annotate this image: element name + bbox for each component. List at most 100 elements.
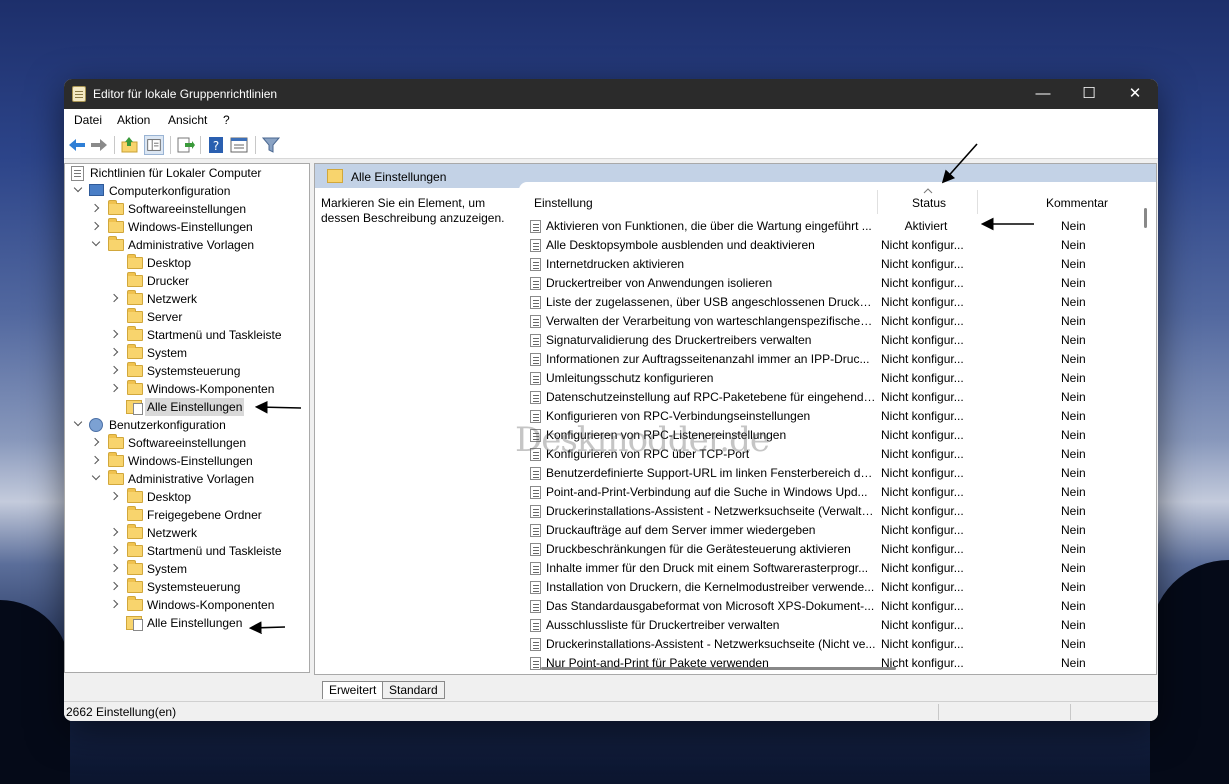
setting-status: Nicht konfigur...: [881, 599, 964, 613]
setting-row[interactable]: Verwalten der Verarbeitung von warteschl…: [519, 312, 1139, 331]
setting-row[interactable]: Internetdrucken aktivieren Nicht konfigur…: [519, 255, 1139, 274]
collapse-chevron-icon[interactable]: [90, 437, 100, 447]
filter-icon[interactable]: [261, 135, 281, 155]
menu-view[interactable]: Ansicht: [168, 113, 207, 127]
tree-label: Startmenü und Taskleiste: [147, 328, 282, 342]
setting-name: Druckerinstallations-Assistent - Netzwer…: [546, 637, 876, 651]
tree-item-c-systemsteuerung[interactable]: Systemsteuerung: [65, 362, 309, 380]
setting-row[interactable]: Signaturvalidierung des Druckertreibers …: [519, 331, 1139, 350]
setting-row[interactable]: Druckertreiber von Anwendungen isolieren…: [519, 274, 1139, 293]
collapse-chevron-icon[interactable]: [109, 491, 119, 501]
setting-row[interactable]: Installation von Druckern, die Kernelmod…: [519, 578, 1139, 597]
tree-item-u-systemsteuerung[interactable]: Systemsteuerung: [65, 578, 309, 596]
back-arrow-icon[interactable]: [67, 135, 87, 155]
column-header-status[interactable]: Status: [912, 192, 946, 214]
tab-extended[interactable]: Erweitert: [322, 681, 384, 699]
menu-help[interactable]: ?: [223, 113, 230, 127]
tab-standard[interactable]: Standard: [382, 681, 445, 699]
setting-row[interactable]: Ausschlussliste für Druckertreiber verwa…: [519, 616, 1139, 635]
tree-item-c-software[interactable]: Softwareeinstellungen: [65, 200, 309, 218]
vertical-scrollbar-thumb[interactable]: [1144, 208, 1147, 228]
tree-item-u-freigegeben[interactable]: Freigegebene Ordner: [65, 506, 309, 524]
tree-label: Startmenü und Taskleiste: [147, 544, 282, 558]
collapse-chevron-icon[interactable]: [109, 383, 119, 393]
tree-item-u-admin[interactable]: Administrative Vorlagen: [65, 470, 309, 488]
collapse-chevron-icon[interactable]: [90, 203, 100, 213]
setting-row[interactable]: Informationen zur Auftragsseitenanzahl i…: [519, 350, 1139, 369]
setting-row[interactable]: Datenschutzeinstellung auf RPC-Paketeben…: [519, 388, 1139, 407]
tree-item-c-desktop[interactable]: Desktop: [65, 254, 309, 272]
collapse-chevron-icon[interactable]: [109, 563, 119, 573]
close-button[interactable]: ✕: [1112, 79, 1158, 109]
setting-row[interactable]: Alle Desktopsymbole ausblenden und deakt…: [519, 236, 1139, 255]
setting-row[interactable]: Druckerinstallations-Assistent - Netzwer…: [519, 502, 1139, 521]
forward-arrow-icon[interactable]: [89, 135, 109, 155]
tree-item-c-drucker[interactable]: Drucker: [65, 272, 309, 290]
collapse-chevron-icon[interactable]: [109, 599, 119, 609]
show-hide-tree-icon[interactable]: [144, 135, 164, 155]
column-header-setting[interactable]: Einstellung: [534, 192, 593, 214]
menu-action[interactable]: Aktion: [117, 113, 150, 127]
menu-file[interactable]: Datei: [74, 113, 102, 127]
window-title: Editor für lokale Gruppenrichtlinien: [93, 87, 278, 101]
tree-item-c-alle-einstellungen[interactable]: Alle Einstellungen: [65, 398, 309, 416]
expand-chevron-icon[interactable]: [73, 417, 83, 427]
tree-item-u-alle-einstellungen[interactable]: Alle Einstellungen: [65, 614, 309, 632]
policy-setting-icon: [530, 315, 541, 328]
collapse-chevron-icon[interactable]: [109, 581, 119, 591]
setting-row[interactable]: Inhalte immer für den Druck mit einem So…: [519, 559, 1139, 578]
collapse-chevron-icon[interactable]: [109, 329, 119, 339]
setting-row[interactable]: Umleitungsschutz konfigurieren Nicht konf…: [519, 369, 1139, 388]
setting-row[interactable]: Druckaufträge auf dem Server immer wiede…: [519, 521, 1139, 540]
collapse-chevron-icon[interactable]: [109, 365, 119, 375]
tree-item-c-admin[interactable]: Administrative Vorlagen: [65, 236, 309, 254]
setting-row[interactable]: Benutzerdefinierte Support-URL im linken…: [519, 464, 1139, 483]
tree-item-user-config[interactable]: Benutzerkonfiguration: [65, 416, 309, 434]
tree-item-u-system[interactable]: System: [65, 560, 309, 578]
tree-item-computer-config[interactable]: Computerkonfiguration: [65, 182, 309, 200]
collapse-chevron-icon[interactable]: [109, 293, 119, 303]
column-separator[interactable]: [877, 190, 878, 214]
export-list-icon[interactable]: [175, 135, 195, 155]
tree-item-c-windows[interactable]: Windows-Einstellungen: [65, 218, 309, 236]
tree-item-u-desktop[interactable]: Desktop: [65, 488, 309, 506]
collapse-chevron-icon[interactable]: [109, 545, 119, 555]
tree-item-u-windows-komponenten[interactable]: Windows-Komponenten: [65, 596, 309, 614]
tree-item-u-netzwerk[interactable]: Netzwerk: [65, 524, 309, 542]
collapse-chevron-icon[interactable]: [90, 455, 100, 465]
expand-chevron-icon[interactable]: [91, 237, 101, 247]
up-folder-icon[interactable]: [120, 135, 140, 155]
setting-row[interactable]: Druckerinstallations-Assistent - Netzwer…: [519, 635, 1139, 654]
setting-row[interactable]: Nur Point-and-Print für Pakete verwenden…: [519, 654, 1139, 673]
status-bar: 2662 Einstellung(en): [64, 701, 1158, 721]
collapse-chevron-icon[interactable]: [90, 221, 100, 231]
tree-item-root[interactable]: Richtlinien für Lokaler Computer: [65, 164, 309, 182]
collapse-chevron-icon[interactable]: [109, 527, 119, 537]
help-icon[interactable]: ?: [206, 135, 226, 155]
minimize-button[interactable]: —: [1020, 79, 1066, 109]
tree-item-c-windows-komponenten[interactable]: Windows-Komponenten: [65, 380, 309, 398]
column-separator[interactable]: [977, 190, 978, 214]
setting-row[interactable]: Das Standardausgabeformat von Microsoft …: [519, 597, 1139, 616]
tree-item-c-startmenu[interactable]: Startmenü und Taskleiste: [65, 326, 309, 344]
setting-row[interactable]: Aktivieren von Funktionen, die über die …: [519, 217, 1139, 236]
tree-item-u-software[interactable]: Softwareeinstellungen: [65, 434, 309, 452]
maximize-button[interactable]: ☐: [1066, 79, 1112, 109]
properties-icon[interactable]: [229, 135, 249, 155]
title-bar[interactable]: Editor für lokale Gruppenrichtlinien — ☐…: [64, 79, 1158, 109]
expand-chevron-icon[interactable]: [73, 183, 83, 193]
horizontal-scrollbar-thumb[interactable]: [541, 667, 896, 670]
tree-item-c-netzwerk[interactable]: Netzwerk: [65, 290, 309, 308]
setting-row[interactable]: Druckbeschränkungen für die Gerätesteuer…: [519, 540, 1139, 559]
tree-item-u-startmenu[interactable]: Startmenü und Taskleiste: [65, 542, 309, 560]
all-settings-icon: [327, 169, 343, 183]
setting-row[interactable]: Point-and-Print-Verbindung auf die Suche…: [519, 483, 1139, 502]
tree-item-u-windows[interactable]: Windows-Einstellungen: [65, 452, 309, 470]
tree-item-c-system[interactable]: System: [65, 344, 309, 362]
column-header-comment[interactable]: Kommentar: [1046, 192, 1108, 214]
collapse-chevron-icon[interactable]: [109, 347, 119, 357]
folder-icon: [127, 488, 143, 503]
setting-row[interactable]: Liste der zugelassenen, über USB angesch…: [519, 293, 1139, 312]
expand-chevron-icon[interactable]: [91, 471, 101, 481]
tree-item-c-server[interactable]: Server: [65, 308, 309, 326]
